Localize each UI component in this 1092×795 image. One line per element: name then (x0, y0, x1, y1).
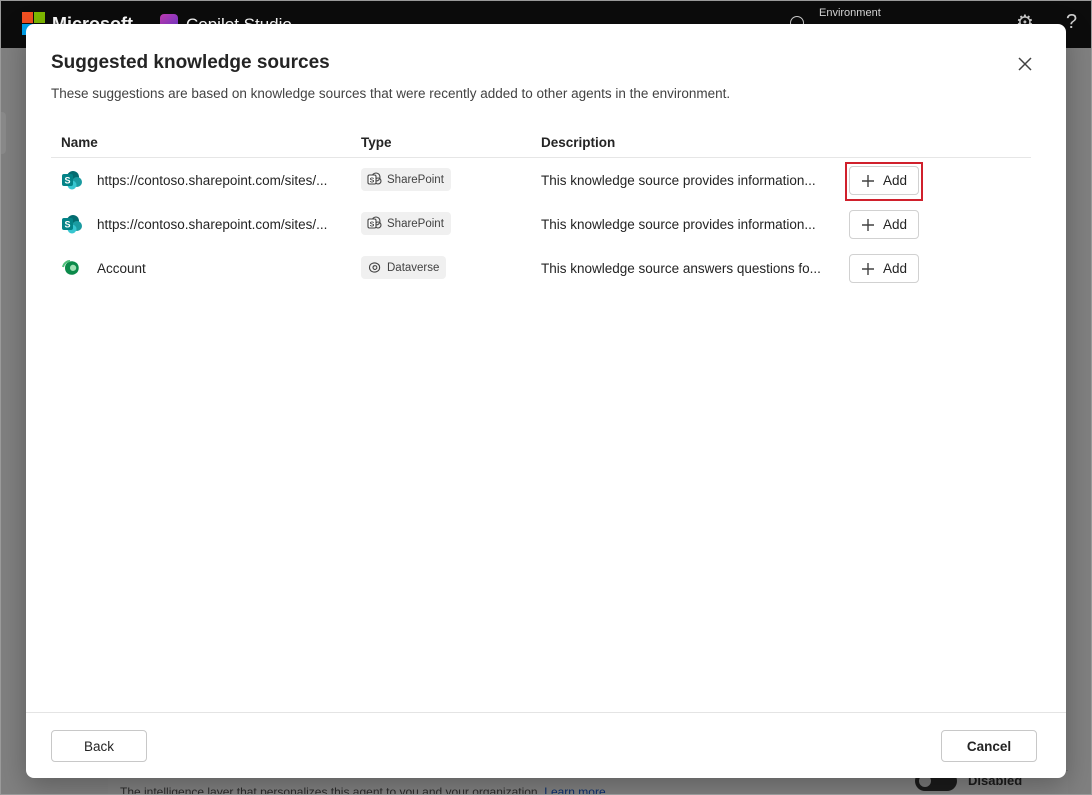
dialog-subtitle: These suggestions are based on knowledge… (51, 86, 731, 101)
dataverse-icon (368, 262, 381, 273)
back-button[interactable]: Back (51, 730, 147, 762)
sharepoint-icon: S (367, 216, 382, 229)
dataverse-icon (62, 260, 79, 275)
column-header-type: Type (361, 135, 392, 150)
source-description: This knowledge source provides informati… (541, 173, 816, 188)
source-description: This knowledge source provides informati… (541, 217, 816, 232)
environment-label[interactable]: Environment (819, 7, 881, 19)
settings-description: The intelligence layer that personalizes… (120, 785, 606, 795)
add-button[interactable]: Add (849, 210, 919, 239)
column-header-name: Name (61, 135, 98, 150)
suggested-knowledge-dialog: Suggested knowledge sources These sugges… (26, 24, 1066, 778)
type-badge: Dataverse (361, 256, 447, 279)
sharepoint-icon: S (62, 171, 82, 190)
dialog-title: Suggested knowledge sources (51, 52, 330, 73)
source-name: https://contoso.sharepoint.com/sites/... (97, 173, 328, 188)
sharepoint-icon: S (367, 172, 382, 185)
type-badge: S SharePoint (361, 168, 451, 191)
table-row: Account Dataverse This knowledge source … (51, 246, 1031, 290)
source-name: Account (97, 261, 146, 276)
cancel-button[interactable]: Cancel (941, 730, 1037, 762)
add-button[interactable]: Add (849, 254, 919, 283)
column-header-description: Description (541, 135, 616, 150)
svg-text:S: S (64, 176, 70, 186)
learn-more-link[interactable]: Learn more (544, 785, 605, 795)
close-icon (1018, 57, 1032, 71)
plus-icon (861, 262, 874, 275)
source-name: https://contoso.sharepoint.com/sites/... (97, 217, 328, 232)
sharepoint-icon: S (62, 215, 82, 234)
svg-text:S: S (370, 178, 375, 185)
source-description: This knowledge source answers questions … (541, 261, 821, 276)
table-header: Name Type Description (51, 128, 1031, 158)
type-badge: S SharePoint (361, 212, 451, 235)
svg-text:S: S (64, 220, 70, 230)
side-panel-handle (0, 112, 6, 154)
plus-icon (861, 218, 874, 231)
knowledge-sources-table: Name Type Description S https://contoso.… (51, 128, 1031, 290)
table-row: S https://contoso.sharepoint.com/sites/.… (51, 202, 1031, 246)
help-icon[interactable]: ? (1066, 12, 1077, 32)
svg-text:S: S (370, 222, 375, 229)
footer-divider (26, 712, 1066, 713)
add-button-highlight (845, 162, 923, 201)
close-button[interactable] (1010, 52, 1040, 78)
